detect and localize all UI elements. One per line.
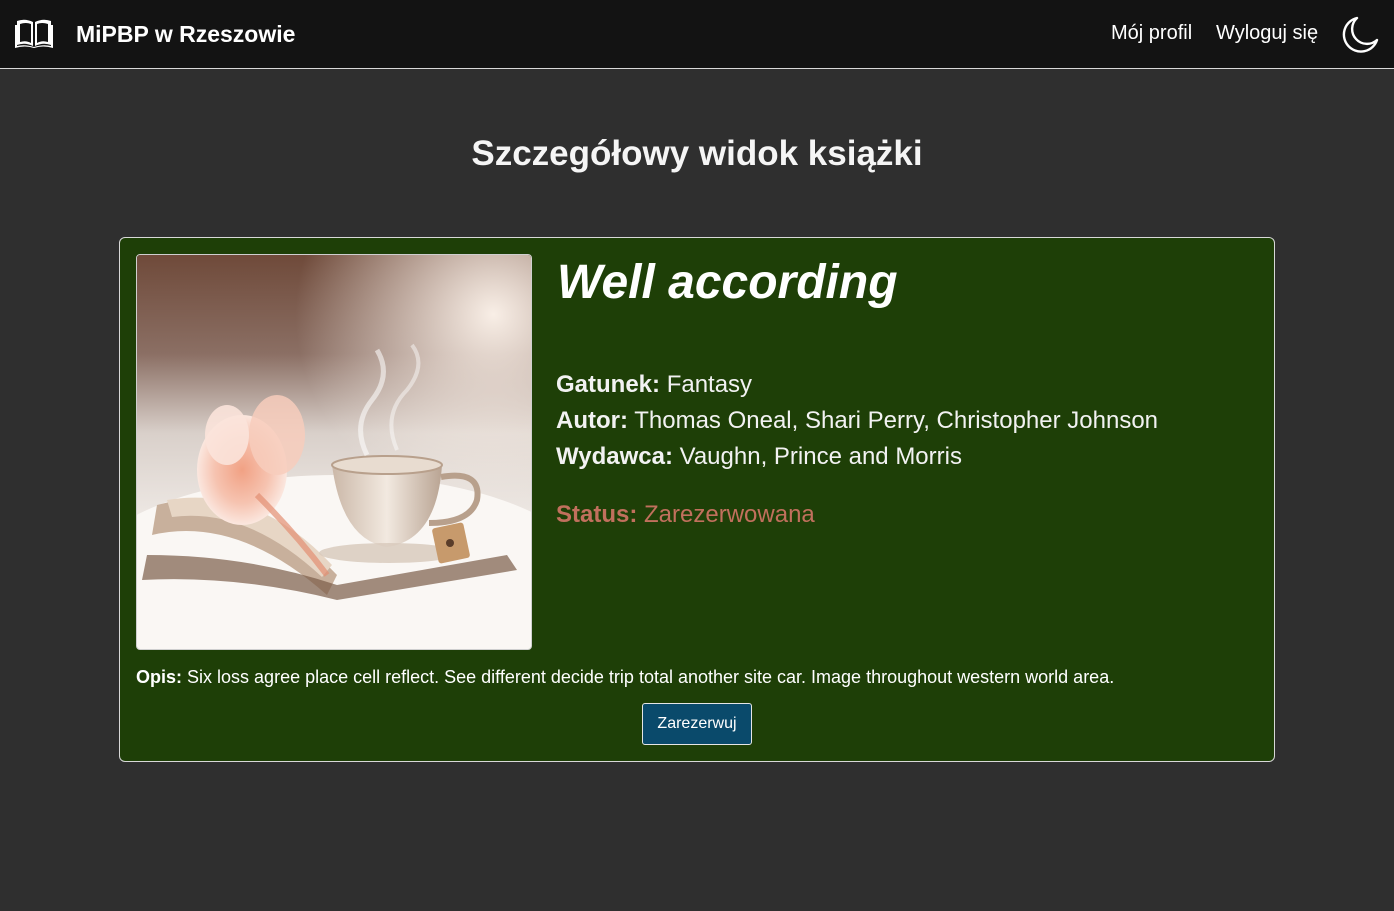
genre-line: Gatunek: Fantasy bbox=[556, 371, 752, 399]
genre-value: Fantasy bbox=[666, 371, 753, 398]
book-cover-image bbox=[136, 254, 532, 650]
author-line: Autor: Thomas Oneal, Shari Perry, Christ… bbox=[556, 407, 1158, 435]
my-profile-link[interactable]: Mój profil bbox=[1111, 22, 1192, 45]
book-title: Well according bbox=[557, 256, 898, 309]
logout-link[interactable]: Wyloguj się bbox=[1216, 22, 1318, 45]
publisher-value: Vaughn, Prince and Morris bbox=[679, 443, 962, 470]
publisher-line: Wydawca: Vaughn, Prince and Morris bbox=[556, 443, 962, 471]
genre-label: Gatunek: bbox=[556, 371, 661, 398]
author-value: Thomas Oneal, Shari Perry, Christopher J… bbox=[634, 407, 1159, 434]
open-book-icon[interactable] bbox=[15, 17, 53, 49]
reserve-button[interactable]: Zarezerwuj bbox=[642, 703, 752, 745]
navbar: MiPBP w Rzeszowie Mój profil Wyloguj się bbox=[0, 0, 1394, 69]
description: Opis: Six loss agree place cell reflect.… bbox=[136, 667, 1114, 688]
moon-icon[interactable] bbox=[1340, 15, 1380, 53]
status-value: Zarezerwowana bbox=[644, 501, 815, 528]
description-label: Opis: bbox=[136, 667, 183, 687]
book-detail-card: Well according Gatunek: Fantasy Autor: T… bbox=[119, 237, 1275, 762]
author-label: Autor: bbox=[556, 407, 628, 434]
description-text: Six loss agree place cell reflect. See d… bbox=[187, 667, 1115, 687]
status-line: Status: Zarezerwowana bbox=[556, 501, 815, 529]
status-label: Status: bbox=[556, 501, 638, 528]
page-title: Szczegółowy widok książki bbox=[471, 134, 923, 173]
publisher-label: Wydawca: bbox=[556, 443, 673, 470]
brand-name[interactable]: MiPBP w Rzeszowie bbox=[76, 21, 295, 48]
